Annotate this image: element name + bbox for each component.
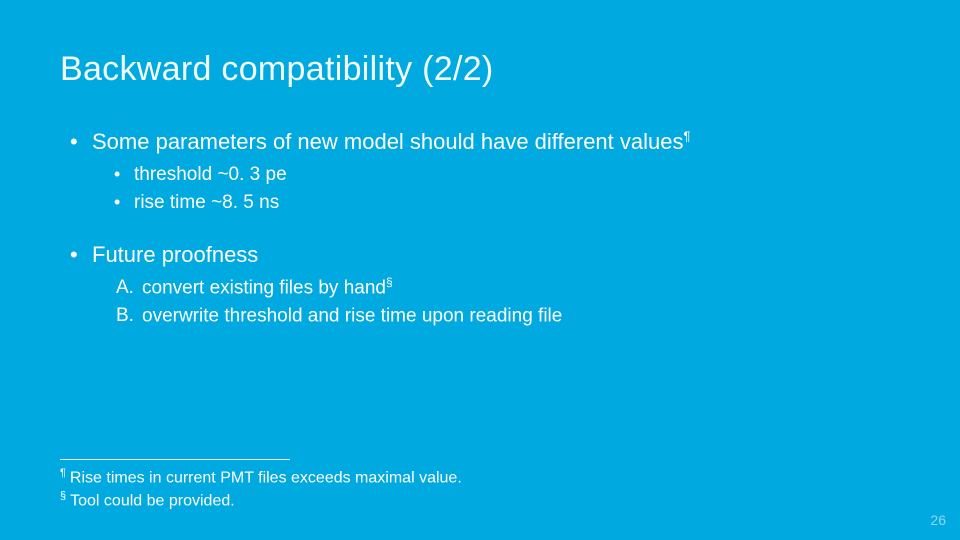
sub-item-sup: § <box>386 275 393 289</box>
bullet-1-sublist: threshold ~0. 3 pe rise time ~8. 5 ns <box>92 161 900 216</box>
bullet-2-head: Future proofness <box>92 242 258 267</box>
sub-item: rise time ~8. 5 ns <box>114 189 900 217</box>
sub-item: threshold ~0. 3 pe <box>114 161 900 189</box>
bullet-list: Some parameters of new model should have… <box>70 129 900 330</box>
list-marker: B. <box>116 302 134 330</box>
bullet-1: Some parameters of new model should have… <box>70 129 900 216</box>
footnote-symbol: § <box>60 490 66 502</box>
footnote-text: Tool could be provided. <box>70 492 235 509</box>
list-marker: A. <box>116 274 134 302</box>
bullet-1-text: Some parameters of new model should have… <box>92 129 684 154</box>
footnote-text: Rise times in current PMT files exceeds … <box>70 469 462 486</box>
slide-content: Some parameters of new model should have… <box>60 129 900 330</box>
footnote-symbol: ¶ <box>60 467 66 479</box>
sub-item-text: overwrite threshold and rise time upon r… <box>142 306 562 327</box>
footnote-line: ¶ Rise times in current PMT files exceeds… <box>60 466 462 489</box>
footnote-line: § Tool could be provided. <box>60 489 462 512</box>
bullet-2: Future proofness A. convert existing fil… <box>70 242 900 330</box>
footnotes: ¶ Rise times in current PMT files exceeds… <box>60 459 462 512</box>
sub-item-text: convert existing files by hand <box>142 278 386 299</box>
slide-title: Backward compatibility (2/2) <box>60 50 900 89</box>
bullet-2-sublist: A. convert existing files by hand§ B. ov… <box>92 274 900 330</box>
footnote-rule <box>60 459 290 460</box>
bullet-1-head: Some parameters of new model should have… <box>92 129 690 154</box>
sub-item: A. convert existing files by hand§ <box>116 274 900 302</box>
page-number: 26 <box>930 512 946 528</box>
slide: Backward compatibility (2/2) Some parame… <box>0 0 960 540</box>
sub-item: B. overwrite threshold and rise time upo… <box>116 302 900 330</box>
bullet-1-sup: ¶ <box>684 129 691 144</box>
